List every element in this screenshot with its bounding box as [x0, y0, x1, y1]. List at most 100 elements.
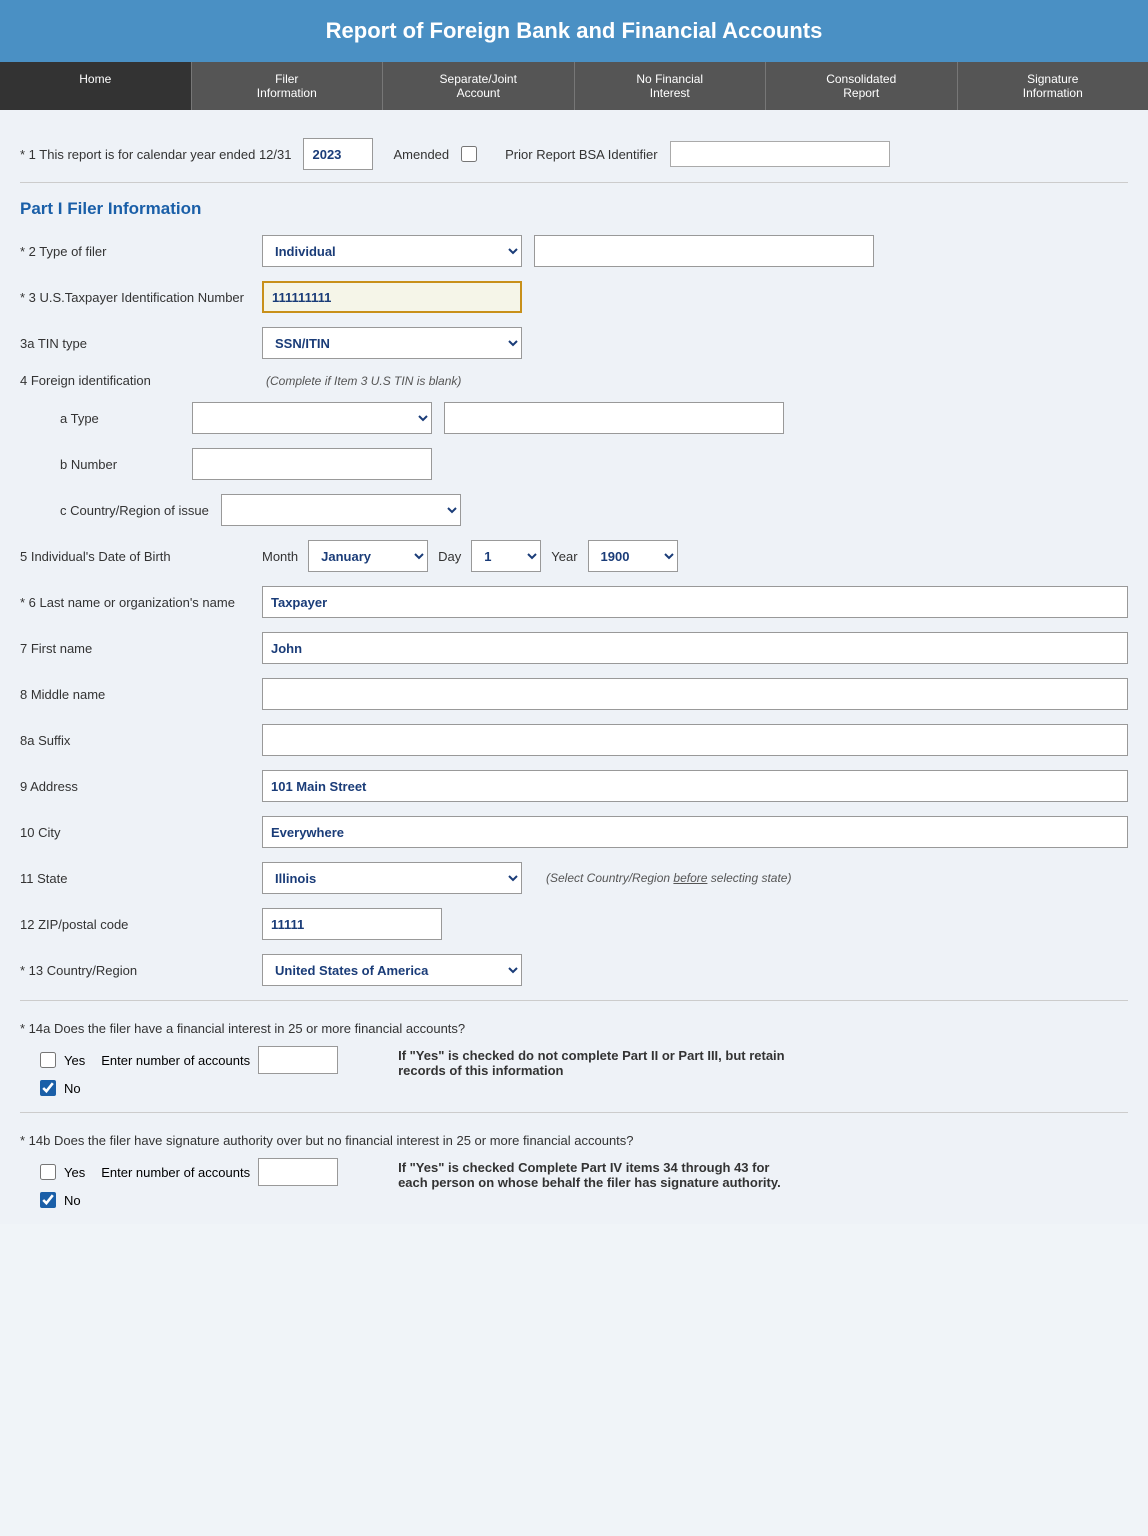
prior-bsa-label: Prior Report BSA Identifier	[505, 147, 657, 162]
suffix-row: 8a Suffix	[20, 724, 1128, 756]
nav-home[interactable]: Home	[0, 62, 192, 110]
q14a-yes-row: Yes Enter number of accounts	[40, 1046, 338, 1074]
middle-name-label: 8 Middle name	[20, 687, 250, 702]
q14b-question: * 14b Does the filer have signature auth…	[20, 1133, 1128, 1148]
q14a-no-row: No	[40, 1080, 338, 1096]
foreign-id-note: (Complete if Item 3 U.S TIN is blank)	[266, 374, 461, 388]
calendar-year-label: * 1 This report is for calendar year end…	[20, 147, 291, 162]
tin-type-label: 3a TIN type	[20, 336, 250, 351]
page-title: Report of Foreign Bank and Financial Acc…	[326, 18, 823, 43]
tin-row: * 3 U.S.Taxpayer Identification Number	[20, 281, 1128, 313]
q14a-accounts-input[interactable]	[258, 1046, 338, 1074]
dob-year-label: Year	[551, 549, 577, 564]
state-row: 11 State Illinois Alabama Alaska Arizona…	[20, 862, 1128, 894]
dob-day-label: Day	[438, 549, 461, 564]
middle-name-input[interactable]	[262, 678, 1128, 710]
first-name-input[interactable]	[262, 632, 1128, 664]
dob-day-select[interactable]: 12345 678910	[471, 540, 541, 572]
tin-label: * 3 U.S.Taxpayer Identification Number	[20, 290, 250, 305]
part1-heading: Part I Filer Information	[20, 199, 1128, 219]
country-row: * 13 Country/Region United States of Ame…	[20, 954, 1128, 986]
state-hint: (Select Country/Region before selecting …	[546, 871, 791, 885]
first-name-label: 7 First name	[20, 641, 250, 656]
foreign-id-c-label: c Country/Region of issue	[60, 503, 209, 518]
suffix-input[interactable]	[262, 724, 1128, 756]
city-row: 10 City	[20, 816, 1128, 848]
q14b-section: * 14b Does the filer have signature auth…	[20, 1133, 1128, 1208]
dob-year-select[interactable]: 1900195019601970198019902000	[588, 540, 678, 572]
q14b-accounts-input[interactable]	[258, 1158, 338, 1186]
nav-separate-joint[interactable]: Separate/JointAccount	[383, 62, 575, 110]
calendar-year-input[interactable]	[303, 138, 373, 170]
tin-type-select[interactable]: SSN/ITIN EIN	[262, 327, 522, 359]
foreign-id-row: 4 Foreign identification (Complete if It…	[20, 373, 1128, 388]
q14b-yes-checkbox[interactable]	[40, 1164, 56, 1180]
page-header: Report of Foreign Bank and Financial Acc…	[0, 0, 1148, 62]
dob-month-select[interactable]: JanuaryFebruaryMarch AprilMayJune JulyAu…	[308, 540, 428, 572]
address-input[interactable]	[262, 770, 1128, 802]
zip-input[interactable]	[262, 908, 442, 940]
zip-row: 12 ZIP/postal code	[20, 908, 1128, 940]
q14b-info: If "Yes" is checked Complete Part IV ite…	[398, 1160, 798, 1190]
q14b-options: Yes Enter number of accounts No	[40, 1158, 338, 1208]
amended-label: Amended	[393, 147, 449, 162]
q14a-yes-label: Yes	[64, 1053, 85, 1068]
divider-1	[20, 1000, 1128, 1001]
tin-type-row: 3a TIN type SSN/ITIN EIN	[20, 327, 1128, 359]
dob-month-label: Month	[262, 549, 298, 564]
dob-label: 5 Individual's Date of Birth	[20, 549, 250, 564]
dob-row: 5 Individual's Date of Birth Month Janua…	[20, 540, 1128, 572]
q14a-section: * 14a Does the filer have a financial in…	[20, 1021, 1128, 1096]
address-label: 9 Address	[20, 779, 250, 794]
amended-checkbox[interactable]	[461, 146, 477, 162]
state-select[interactable]: Illinois Alabama Alaska Arizona Californ…	[262, 862, 522, 894]
foreign-id-a-label: a Type	[60, 411, 180, 426]
nav-signature-info[interactable]: SignatureInformation	[958, 62, 1148, 110]
last-name-row: * 6 Last name or organization's name	[20, 586, 1128, 618]
prior-bsa-input[interactable]	[670, 141, 890, 167]
type-of-filer-extra[interactable]	[534, 235, 874, 267]
q14a-yes-checkbox[interactable]	[40, 1052, 56, 1068]
foreign-id-a-extra[interactable]	[444, 402, 784, 434]
q14b-no-row: No	[40, 1192, 338, 1208]
foreign-id-a-row: a Type	[60, 402, 1128, 434]
form-body: * 1 This report is for calendar year end…	[0, 110, 1148, 1224]
type-of-filer-select[interactable]: Individual Partnership Corporation Conso…	[262, 235, 522, 267]
foreign-id-b-input[interactable]	[192, 448, 432, 480]
foreign-id-a-type-select[interactable]	[192, 402, 432, 434]
city-input[interactable]	[262, 816, 1128, 848]
q14a-options: Yes Enter number of accounts No	[40, 1046, 338, 1096]
last-name-label: * 6 Last name or organization's name	[20, 595, 250, 610]
country-label: * 13 Country/Region	[20, 963, 250, 978]
divider-2	[20, 1112, 1128, 1113]
q14a-no-label: No	[64, 1081, 81, 1096]
tin-input[interactable]	[262, 281, 522, 313]
q14b-no-checkbox[interactable]	[40, 1192, 56, 1208]
nav-no-financial-interest[interactable]: No FinancialInterest	[575, 62, 767, 110]
q14b-yes-label: Yes	[64, 1165, 85, 1180]
q14a-question: * 14a Does the filer have a financial in…	[20, 1021, 1128, 1036]
type-of-filer-row: * 2 Type of filer Individual Partnership…	[20, 235, 1128, 267]
suffix-label: 8a Suffix	[20, 733, 250, 748]
foreign-id-c-select[interactable]	[221, 494, 461, 526]
state-label: 11 State	[20, 871, 250, 886]
address-row: 9 Address	[20, 770, 1128, 802]
foreign-id-label: 4 Foreign identification	[20, 373, 250, 388]
q14b-yes-row: Yes Enter number of accounts	[40, 1158, 338, 1186]
middle-name-row: 8 Middle name	[20, 678, 1128, 710]
q14a-no-checkbox[interactable]	[40, 1080, 56, 1096]
q14a-accounts-label: Enter number of accounts	[101, 1053, 250, 1068]
nav-consolidated-report[interactable]: ConsolidatedReport	[766, 62, 958, 110]
foreign-id-b-label: b Number	[60, 457, 180, 472]
q14a-info: If "Yes" is checked do not complete Part…	[398, 1048, 798, 1078]
foreign-id-b-row: b Number	[60, 448, 1128, 480]
dob-inputs: Month JanuaryFebruaryMarch AprilMayJune …	[262, 540, 678, 572]
last-name-input[interactable]	[262, 586, 1128, 618]
country-select[interactable]: United States of America Canada Mexico U…	[262, 954, 522, 986]
calendar-year-row: * 1 This report is for calendar year end…	[20, 126, 1128, 183]
navigation-bar: Home FilerInformation Separate/JointAcco…	[0, 62, 1148, 110]
q14b-no-label: No	[64, 1193, 81, 1208]
first-name-row: 7 First name	[20, 632, 1128, 664]
nav-filer-info[interactable]: FilerInformation	[192, 62, 384, 110]
q14b-accounts-label: Enter number of accounts	[101, 1165, 250, 1180]
